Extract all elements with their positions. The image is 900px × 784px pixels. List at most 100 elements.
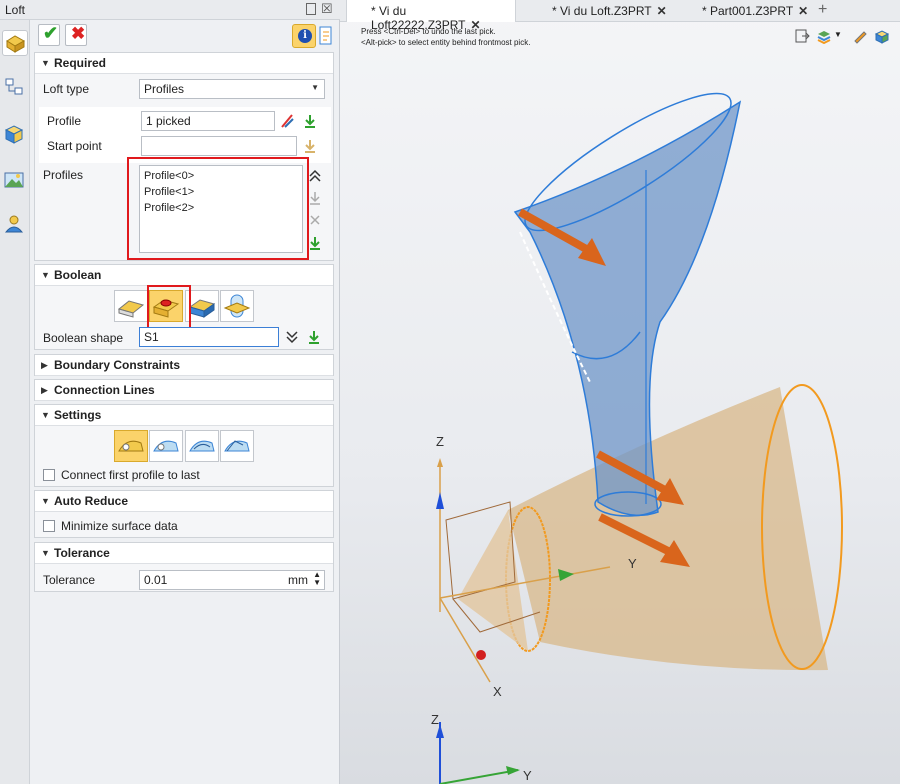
section-boolean: ▼ Boolean Boolean shape S1: [34, 264, 334, 350]
setting-option-3-button[interactable]: [185, 430, 219, 462]
tab-label: * Part001.Z3PRT: [702, 4, 794, 18]
profile-label: Profile: [47, 114, 82, 128]
boolean-base-button[interactable]: [114, 290, 148, 322]
close-icon[interactable]: ✕: [657, 4, 667, 18]
section-connection-title: Connection Lines: [54, 383, 155, 397]
model-canvas[interactable]: [340, 22, 900, 784]
minimize-surface-checkbox[interactable]: [43, 520, 55, 532]
section-connection-header[interactable]: ▶ Connection Lines: [35, 380, 333, 401]
section-settings-header[interactable]: ▼ Settings: [35, 405, 333, 426]
action-row: ✔ ✖ i: [34, 23, 334, 48]
tab-scene[interactable]: [2, 168, 28, 194]
section-boundary-header[interactable]: ▶ Boundary Constraints: [35, 355, 333, 376]
info-icon: i: [298, 29, 312, 43]
pin-icon[interactable]: [306, 3, 316, 15]
surface-option-icon: [153, 440, 179, 452]
connect-profile-checkbox[interactable]: [43, 469, 55, 481]
highlight-box: [147, 285, 191, 329]
chevron-down-icon: ▼: [311, 83, 319, 92]
surface-option-icon: [189, 440, 215, 452]
intersect-shape-icon: [223, 294, 251, 318]
pick-filter-icon[interactable]: [279, 113, 295, 129]
cancel-icon: ✖: [71, 24, 86, 43]
surface-option-icon: [118, 440, 144, 452]
setting-option-4-button[interactable]: [220, 430, 254, 462]
add-tab-button[interactable]: +: [818, 1, 827, 19]
user-icon: [4, 215, 24, 233]
z-axis-blue-arrow: [436, 492, 444, 509]
world-y-axis: [439, 769, 519, 784]
tab-vi-du-loft22222[interactable]: * Vi du Loft22222.Z3PRT ✕: [346, 0, 516, 32]
double-chevron-down-icon[interactable]: [284, 329, 300, 345]
panel-title-bar: Loft ☒: [0, 0, 340, 20]
section-boundary-title: Boundary Constraints: [54, 358, 181, 372]
download-icon[interactable]: [306, 329, 322, 345]
document-icon: [319, 26, 332, 45]
close-icon[interactable]: ✕: [798, 4, 808, 18]
move-down-icon[interactable]: [307, 190, 323, 206]
loft-type-select[interactable]: Profiles ▼: [139, 79, 325, 99]
section-settings-title: Settings: [54, 408, 102, 422]
world-axis-label-z: Z: [431, 712, 439, 727]
section-auto-reduce: ▼ Auto Reduce Minimize surface data: [34, 490, 334, 538]
section-required-header[interactable]: ▼ Required: [35, 53, 333, 74]
boolean-shape-field[interactable]: S1: [139, 327, 279, 347]
section-boolean-header[interactable]: ▼ Boolean: [35, 265, 333, 286]
ok-button[interactable]: ✔: [38, 23, 60, 46]
collapse-icon: ▼: [41, 496, 50, 506]
collapse-icon: ▼: [41, 410, 50, 420]
collapse-icon: ▼: [41, 58, 50, 68]
spinner-icon[interactable]: ▲ ▼: [313, 571, 321, 587]
tab-label: * Vi du Loft.Z3PRT: [552, 4, 652, 18]
panel-content: ✔ ✖ i ▼ Required Loft type Profiles ▼ Pr…: [34, 20, 334, 784]
tolerance-value: 0.01: [144, 573, 168, 587]
boolean-shape-value: S1: [144, 330, 159, 344]
tab-view[interactable]: [2, 122, 28, 148]
setting-option-1-button[interactable]: [114, 430, 148, 462]
section-auto-reduce-title: Auto Reduce: [54, 494, 129, 508]
z-axis-arrow: [437, 458, 443, 467]
section-tolerance-header[interactable]: ▼ Tolerance: [35, 543, 333, 564]
boolean-shape-label: Boolean shape: [43, 331, 124, 345]
tab-user[interactable]: [2, 212, 28, 238]
loft-type-value: Profiles: [144, 82, 185, 96]
profile-field[interactable]: 1 picked: [141, 111, 275, 131]
world-axis-label-y: Y: [523, 768, 532, 783]
highlight-box: [127, 157, 309, 260]
setting-option-2-button[interactable]: [149, 430, 183, 462]
tab-vi-du-loft[interactable]: * Vi du Loft.Z3PRT ✕: [552, 0, 672, 22]
vertical-tab-strip: [0, 20, 30, 784]
profiles-label: Profiles: [43, 168, 84, 182]
section-required-title: Required: [54, 56, 107, 70]
download-icon[interactable]: [302, 113, 318, 129]
help-doc-button[interactable]: [319, 24, 333, 48]
cancel-button[interactable]: ✖: [65, 24, 87, 46]
axis-label-y: Y: [628, 556, 637, 571]
document-tab-bar: * Vi du Loft22222.Z3PRT ✕ * Vi du Loft.Z3…: [340, 0, 900, 32]
panel-close-icon[interactable]: ☒: [321, 1, 333, 17]
tolerance-field[interactable]: 0.01 mm ▲ ▼: [139, 570, 325, 590]
section-required: ▼ Required Loft type Profiles ▼ Profile …: [34, 52, 334, 261]
add-icon[interactable]: [307, 235, 323, 251]
tab-history[interactable]: [2, 76, 28, 102]
cube-icon: [4, 125, 24, 144]
tab-feature[interactable]: [2, 30, 28, 56]
section-settings: ▼ Settings Connect first profile to last: [34, 404, 334, 487]
start-point-field[interactable]: [141, 136, 297, 156]
check-icon: ✔: [43, 23, 59, 43]
graphics-viewport[interactable]: * Vi du Loft22222.Z3PRT ✕ * Vi du Loft.Z3…: [340, 0, 900, 784]
minimize-surface-label: Minimize surface data: [61, 519, 178, 533]
info-button[interactable]: i: [292, 24, 316, 48]
remove-icon[interactable]: [307, 212, 323, 228]
collapse-icon: ▼: [41, 548, 50, 558]
section-auto-reduce-header[interactable]: ▼ Auto Reduce: [35, 491, 333, 512]
tan-loft-surface: [508, 387, 828, 671]
move-up-icon[interactable]: [307, 168, 323, 184]
section-tolerance-title: Tolerance: [54, 546, 110, 560]
axis-label-z: Z: [436, 434, 444, 449]
boolean-intersect-button[interactable]: [220, 290, 254, 322]
download-disabled-icon[interactable]: [302, 138, 318, 154]
panel-title: Loft: [5, 3, 26, 17]
loft-type-label: Loft type: [43, 82, 90, 96]
tab-part001[interactable]: * Part001.Z3PRT ✕: [702, 0, 812, 22]
